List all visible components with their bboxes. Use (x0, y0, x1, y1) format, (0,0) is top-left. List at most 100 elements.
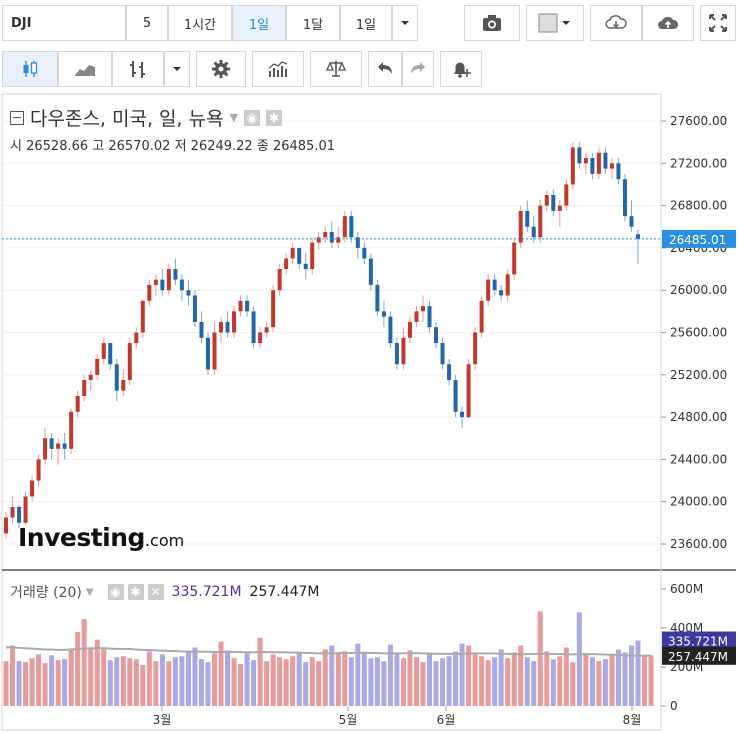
interval-1day-button[interactable]: 1일 (232, 5, 286, 41)
volume-bar (68, 648, 74, 706)
volume-bar (635, 640, 641, 706)
candle-body (466, 364, 471, 418)
area-chart-button[interactable] (58, 51, 112, 87)
symbol-field[interactable]: DJI (2, 5, 126, 41)
candle-body (147, 284, 152, 301)
redo-icon (411, 62, 425, 74)
candle-body (310, 242, 315, 270)
visibility-icon[interactable]: ◉ (244, 109, 261, 126)
candle-body (153, 279, 158, 285)
volume-bar (570, 662, 576, 706)
candle-body (577, 147, 582, 164)
interval-5-button[interactable]: 5 (126, 5, 168, 41)
save-chart-button[interactable] (642, 5, 694, 41)
add-alert-button[interactable] (440, 51, 482, 87)
candle-body (23, 496, 28, 523)
indicators-button[interactable] (252, 51, 304, 87)
candle-body (505, 274, 510, 296)
candle-body (264, 327, 269, 333)
volume-bar (303, 662, 309, 706)
candle-body (407, 321, 412, 338)
chevron-down-icon[interactable]: ▼ (86, 587, 94, 598)
volume-bar (198, 659, 204, 706)
collapse-icon[interactable] (10, 110, 24, 125)
candle-body (166, 269, 171, 291)
interval-1month-button[interactable]: 1달 (286, 5, 340, 41)
price-tick-label: 24800.00 (670, 410, 727, 424)
price-chart[interactable]: 27600.0027200.0026800.0026400.0026000.00… (0, 92, 738, 732)
candle-body (394, 343, 399, 365)
gear-icon[interactable]: ✱ (266, 109, 283, 126)
volume-bar (146, 651, 152, 706)
candle-body (499, 290, 504, 296)
bar-chart-button[interactable] (112, 51, 164, 87)
candle-body (290, 247, 295, 259)
price-axis[interactable]: 27600.0027200.0026800.0026400.0026000.00… (661, 114, 727, 551)
square-style-icon (538, 13, 558, 33)
chart-type-dropdown[interactable] (164, 51, 190, 87)
candle-body (427, 306, 432, 328)
volume-bar (648, 655, 654, 706)
volume-bar (446, 656, 452, 706)
candle-body (349, 216, 354, 238)
candle-body (570, 147, 575, 185)
volume-bar (296, 651, 302, 706)
last-price-label: 26485.01 (669, 233, 726, 247)
area-chart-icon (75, 65, 95, 76)
redo-button[interactable] (402, 51, 434, 87)
volume-value-label: 335.721M (668, 635, 728, 649)
candle-body (368, 258, 373, 285)
candle-body (186, 290, 191, 296)
candle-body (212, 332, 217, 370)
volume-bar (466, 645, 472, 706)
candle-body (82, 380, 87, 396)
volume-bar (264, 661, 270, 706)
time-tick-label: 6월 (437, 713, 456, 727)
candle-body (525, 210, 530, 227)
candle-body (551, 195, 556, 211)
volume-bar (94, 639, 100, 706)
compare-button[interactable] (310, 51, 362, 87)
gear-icon (212, 60, 230, 78)
volume-bar (348, 657, 354, 706)
interval-1hour-button[interactable]: 1시간 (168, 5, 232, 41)
interval-label: 1일 (355, 17, 377, 33)
load-chart-button[interactable] (590, 5, 642, 41)
fullscreen-button[interactable] (700, 5, 736, 41)
candle-body (616, 163, 621, 180)
chart-style-button[interactable] (526, 5, 584, 41)
close-icon[interactable]: ✕ (147, 584, 164, 600)
volume-bar (413, 657, 419, 706)
candle-body (518, 210, 523, 243)
screenshot-button[interactable] (464, 5, 520, 41)
candle-body (323, 232, 328, 238)
volume-bar (127, 658, 133, 706)
chevron-down-icon[interactable]: ▼ (230, 111, 238, 124)
candle-body (17, 506, 22, 523)
candlestick-chart-button[interactable] (2, 51, 58, 87)
candle-body (629, 216, 634, 227)
candle-body (453, 380, 458, 412)
candle-body (486, 279, 491, 301)
candle-body (251, 311, 256, 344)
candle-body (258, 332, 263, 344)
gear-icon[interactable]: ✱ (127, 584, 144, 600)
volume-bar (433, 661, 439, 706)
candle-body (49, 438, 54, 449)
volume-bar (290, 656, 296, 706)
candle-body (205, 337, 210, 370)
interval-dropdown-button[interactable] (392, 5, 418, 41)
visibility-icon[interactable]: ◉ (107, 584, 124, 600)
candle-body (179, 279, 184, 291)
volume-bar (36, 654, 42, 706)
candle-body (127, 343, 132, 381)
volume-bar (609, 654, 615, 706)
settings-button[interactable] (196, 51, 246, 87)
interval-label: 1시간 (183, 17, 217, 33)
volume-bar (531, 661, 537, 706)
volume-value-label: 257.447M (668, 650, 728, 664)
interval-custom-button[interactable]: 1일 (340, 5, 392, 41)
chart-legend-title: 다우존스, 미국, 일, 뉴욕 ▼ ◉ ✱ (10, 104, 283, 131)
volume-bar (368, 658, 374, 706)
undo-button[interactable] (368, 51, 402, 87)
